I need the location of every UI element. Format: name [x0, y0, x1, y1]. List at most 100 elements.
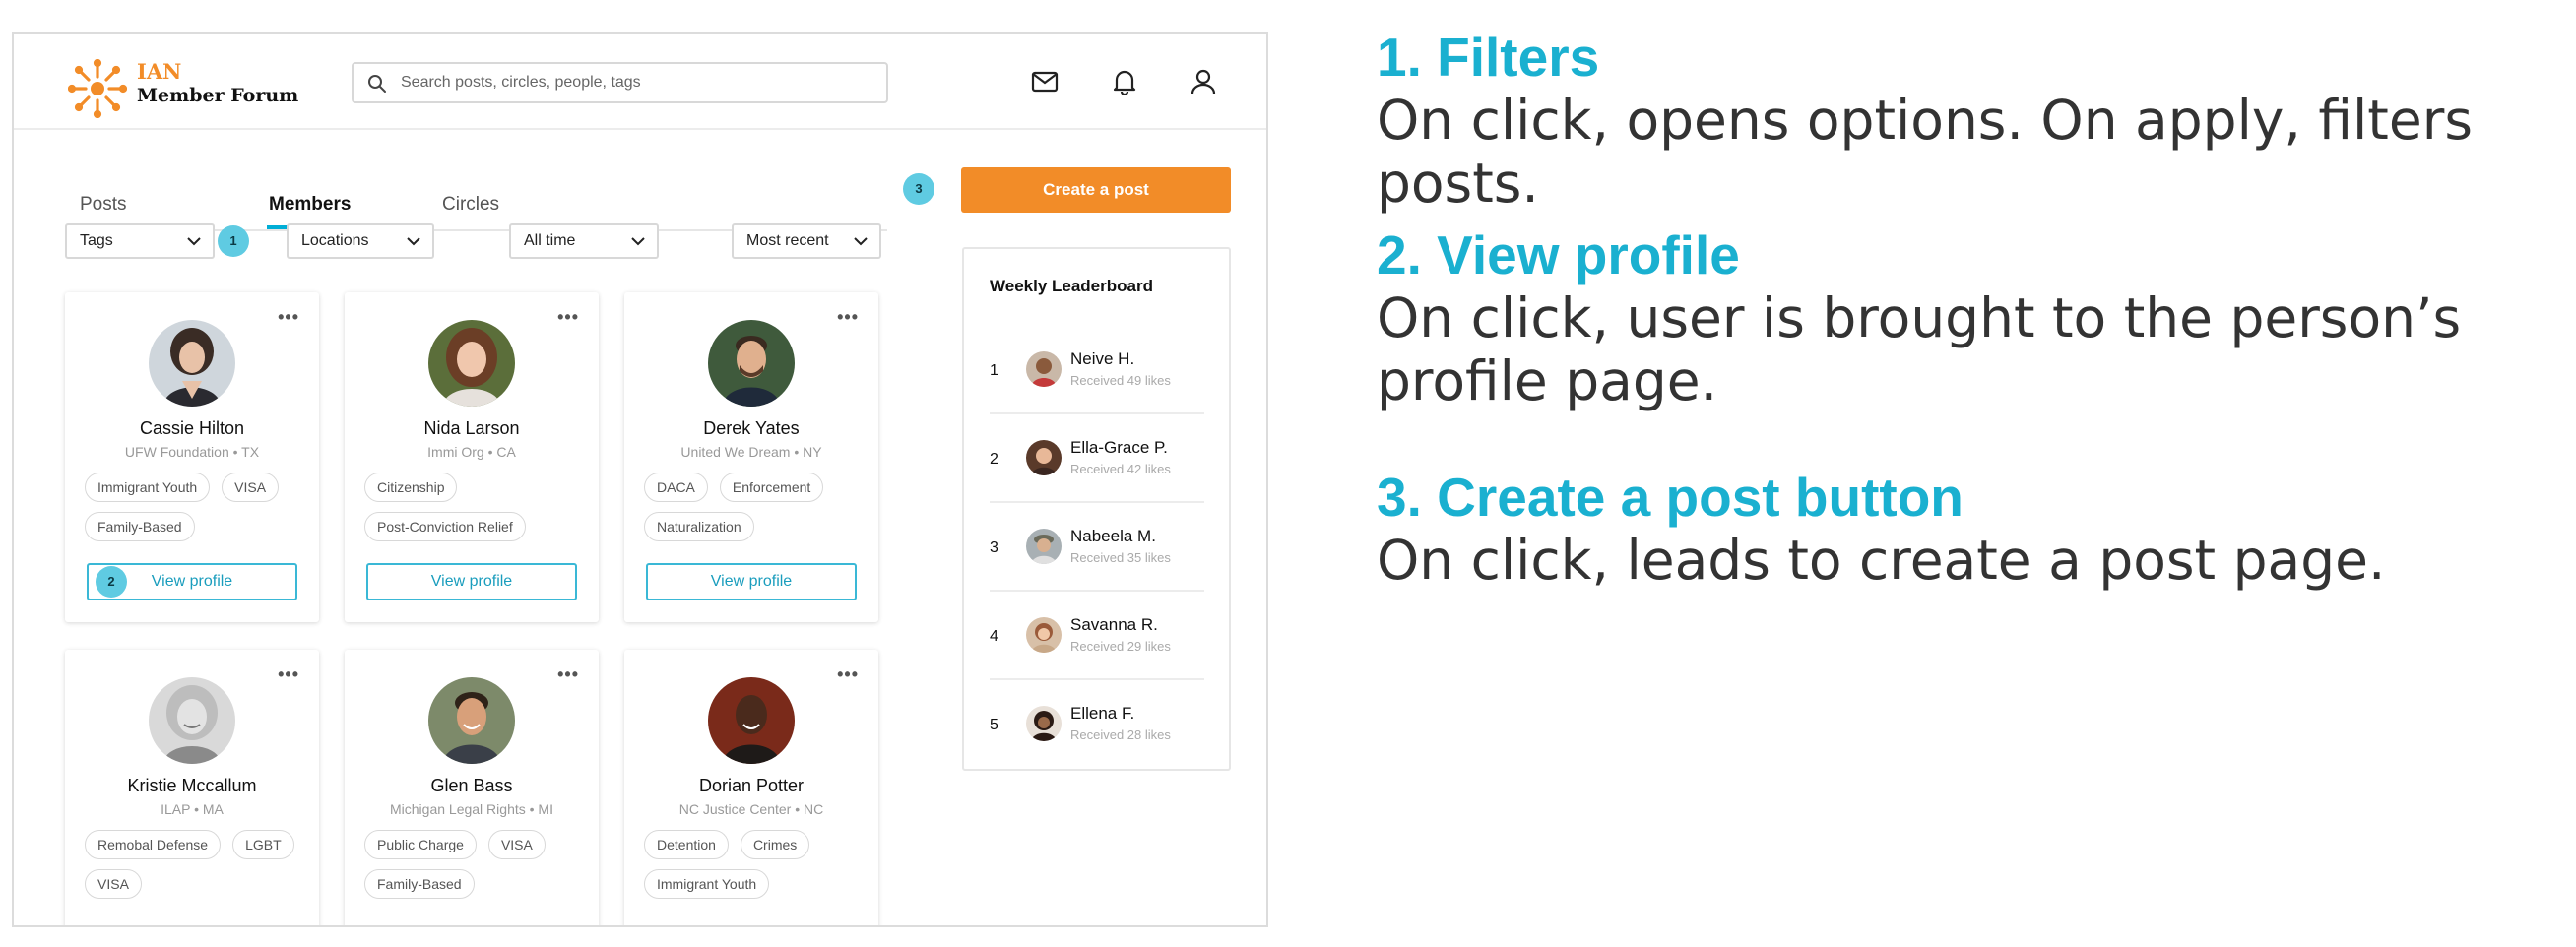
annotation-filters: 1. Filters On click, opens options. On a… — [1377, 26, 2558, 215]
annotation-title: 3. Create a post button — [1377, 467, 1964, 528]
member-org: United We Dream • NY — [680, 444, 822, 460]
search-icon — [368, 75, 386, 93]
search-box[interactable] — [352, 62, 888, 103]
avatar — [1026, 351, 1062, 387]
member-org: NC Justice Center • NC — [678, 801, 824, 817]
avatar — [149, 320, 235, 407]
search-input[interactable] — [401, 70, 873, 95]
member-card: ••• Kristie Mccallum ILAP • MA Remobal D… — [65, 650, 319, 925]
leaderboard-name: Nabeela M. — [1070, 527, 1156, 545]
member-tags: Remobal Defense LGBT VISA — [85, 830, 306, 899]
chevron-down-icon — [631, 237, 645, 246]
annotation-badge-2: 2 — [96, 566, 127, 598]
filter-tags-label: Tags — [80, 232, 113, 249]
more-dots-icon[interactable]: ••• — [837, 308, 859, 326]
tag-chip[interactable]: Remobal Defense — [85, 830, 222, 859]
leaderboard-name: Neive H. — [1070, 349, 1135, 368]
annotation-title: 2. View profile — [1377, 224, 1740, 285]
member-tags: Detention Crimes Immigrant Youth — [644, 830, 866, 899]
avatar — [1026, 617, 1062, 653]
avatar — [708, 677, 795, 764]
annotation-body: On click, leads to create a post page. — [1377, 529, 2386, 592]
filter-time[interactable]: All time — [509, 223, 659, 259]
more-dots-icon[interactable]: ••• — [837, 665, 859, 683]
avatar — [149, 677, 235, 764]
tag-chip[interactable]: DACA — [644, 473, 708, 502]
leaderboard-likes: Received 28 likes — [1070, 727, 1171, 742]
filter-time-label: All time — [524, 232, 576, 249]
member-name: Derek Yates — [703, 418, 800, 438]
tag-chip[interactable]: VISA — [487, 830, 546, 859]
annotation-badge-3: 3 — [903, 173, 934, 205]
tag-chip[interactable]: Enforcement — [719, 473, 824, 502]
avatar — [428, 320, 515, 407]
tag-chip[interactable]: Post-Conviction Relief — [364, 512, 526, 541]
annotation-title: 1. Filters — [1377, 27, 1600, 88]
member-card: ••• Derek Yates United We Dream • NY DAC… — [624, 292, 878, 622]
leaderboard-row[interactable]: 5 Ellena F. Received 28 likes — [990, 680, 1204, 769]
logo-text: IAN Member Forum — [137, 60, 298, 107]
tab-members[interactable]: Members — [266, 194, 354, 229]
member-tags: Immigrant Youth VISA Family-Based — [85, 473, 306, 541]
leaderboard-row[interactable]: 1 Neive H. Received 49 likes — [990, 326, 1204, 414]
tag-chip[interactable]: Family-Based — [85, 512, 195, 541]
user-icon[interactable] — [1186, 64, 1221, 99]
member-org: Michigan Legal Rights • MI — [390, 801, 553, 817]
more-dots-icon[interactable]: ••• — [278, 665, 299, 683]
tag-chip[interactable]: LGBT — [232, 830, 294, 859]
leaderboard-rank: 1 — [990, 362, 998, 379]
tag-chip[interactable]: Public Charge — [364, 830, 477, 859]
leaderboard-row[interactable]: 3 Nabeela M. Received 35 likes — [990, 503, 1204, 592]
tag-chip[interactable]: Crimes — [740, 830, 810, 859]
avatar — [708, 320, 795, 407]
leaderboard-name: Ellena F. — [1070, 704, 1135, 723]
member-name: Nida Larson — [423, 418, 520, 438]
chevron-down-icon — [407, 237, 420, 246]
avatar — [428, 677, 515, 764]
view-profile-button[interactable]: View profile — [366, 563, 577, 600]
member-name: Glen Bass — [430, 776, 513, 795]
tag-chip[interactable]: Detention — [644, 830, 729, 859]
filter-locations-label: Locations — [301, 232, 369, 249]
filter-locations[interactable]: Locations — [287, 223, 434, 259]
tab-circles[interactable]: Circles — [442, 194, 499, 216]
chevron-down-icon — [854, 237, 868, 246]
leaderboard-rank: 5 — [990, 717, 998, 733]
logo-title: IAN — [137, 59, 182, 84]
chevron-down-icon — [187, 237, 201, 246]
mail-icon[interactable] — [1027, 64, 1063, 99]
tag-chip[interactable]: Immigrant Youth — [85, 473, 211, 502]
more-dots-icon[interactable]: ••• — [557, 665, 579, 683]
annotation-badge-1: 1 — [218, 225, 249, 257]
tag-chip[interactable]: Naturalization — [644, 512, 754, 541]
tag-chip[interactable]: Family-Based — [364, 869, 475, 899]
leaderboard-row[interactable]: 2 Ella-Grace P. Received 42 likes — [990, 414, 1204, 503]
more-dots-icon[interactable]: ••• — [278, 308, 299, 326]
logo-icon — [68, 59, 127, 118]
tag-chip[interactable]: Citizenship — [364, 473, 458, 502]
leaderboard-panel: Weekly Leaderboard 1 Neive H. Received 4… — [962, 247, 1231, 771]
leaderboard-rank: 4 — [990, 628, 998, 645]
member-tags: Public Charge VISA Family-Based — [364, 830, 586, 899]
filter-sort[interactable]: Most recent — [732, 223, 881, 259]
tag-chip[interactable]: VISA — [85, 869, 142, 899]
leaderboard-likes: Received 42 likes — [1070, 462, 1171, 476]
avatar — [1026, 440, 1062, 475]
annotation-body: On click, opens options. On apply, filte… — [1377, 89, 2473, 215]
member-card: ••• Nida Larson Immi Org • CA Citizenshi… — [345, 292, 599, 622]
more-dots-icon[interactable]: ••• — [557, 308, 579, 326]
leaderboard-row[interactable]: 4 Savanna R. Received 29 likes — [990, 592, 1204, 680]
view-profile-button[interactable]: View profile — [646, 563, 857, 600]
leaderboard-rank: 2 — [990, 451, 998, 468]
tag-chip[interactable]: Immigrant Youth — [644, 869, 770, 899]
bell-icon[interactable] — [1107, 64, 1142, 99]
filter-tags[interactable]: Tags — [65, 223, 215, 259]
tag-chip[interactable]: VISA — [222, 473, 280, 502]
tab-bar: Posts Members Circles — [68, 162, 887, 231]
member-tags: Citizenship Post-Conviction Relief — [364, 473, 586, 541]
create-post-button[interactable]: Create a post — [961, 167, 1231, 213]
avatar — [1026, 706, 1062, 741]
tab-posts[interactable]: Posts — [80, 194, 127, 216]
member-name: Cassie Hilton — [139, 418, 245, 438]
annotation-create-post: 3. Create a post button On click, leads … — [1377, 466, 2558, 592]
